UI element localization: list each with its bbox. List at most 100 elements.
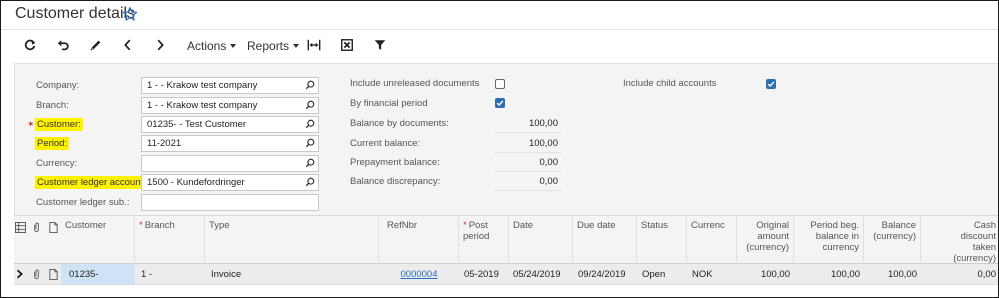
filter-form: Company: Branch: ✶ Customer: Period: Cur… xyxy=(14,63,998,215)
currency-field[interactable] xyxy=(141,155,319,172)
period-field[interactable]: 11-2021 xyxy=(141,135,319,152)
fit-columns-button[interactable] xyxy=(304,36,324,56)
ledger-account-field[interactable]: 1500 - Kundefordringer xyxy=(141,174,319,191)
col-date-label: Date xyxy=(513,220,534,231)
branch-value: 1 - - Krakow test company xyxy=(147,100,258,111)
check-icon xyxy=(496,100,504,107)
col-orig-amount[interactable]: Original amount (currency) xyxy=(737,216,794,265)
reports-menu[interactable]: Reports xyxy=(247,36,300,56)
search-icon[interactable] xyxy=(305,119,315,129)
col-post-period[interactable]: * Post period xyxy=(459,216,509,265)
customer-label: Customer: xyxy=(35,118,83,131)
actions-label: Actions xyxy=(187,39,227,53)
col-branch[interactable]: * Branch xyxy=(135,216,205,265)
branch-label: Branch: xyxy=(36,100,69,111)
row-selector-icon[interactable] xyxy=(15,269,27,281)
grid-settings-icon[interactable] xyxy=(15,222,27,234)
prepayment-balance-value: 0,00 xyxy=(539,157,559,168)
prepayment-balance-label: Prepayment balance: xyxy=(350,157,440,168)
branch-field[interactable]: 1 - - Krakow test company xyxy=(141,97,319,114)
col-due-date[interactable]: Due date xyxy=(573,216,637,265)
col-type[interactable]: Type xyxy=(205,216,379,265)
customer-field[interactable]: 01235- - Test Customer xyxy=(141,116,319,133)
divider xyxy=(495,190,561,191)
cell-balance[interactable]: 100,00 xyxy=(864,264,921,285)
currency-label: Currency: xyxy=(36,158,78,169)
col-date[interactable]: Date xyxy=(509,216,573,265)
search-icon[interactable] xyxy=(305,80,315,90)
cell-status[interactable]: Open xyxy=(637,264,687,285)
required-marker: ✶ xyxy=(27,119,35,129)
company-field[interactable]: 1 - - Krakow test company xyxy=(141,77,319,94)
cell-customer[interactable]: 01235- xyxy=(61,264,135,285)
check-icon xyxy=(767,81,775,88)
attachment-icon[interactable] xyxy=(31,269,43,281)
cell-currency[interactable]: NOK xyxy=(687,264,737,285)
cell-orig-amount[interactable]: 100,00 xyxy=(737,264,794,285)
search-icon[interactable] xyxy=(305,158,315,168)
search-icon[interactable] xyxy=(305,138,315,148)
balance-by-docs-label: Balance by documents: xyxy=(350,118,449,129)
col-orig-amount-label-2: amount xyxy=(757,231,789,242)
col-type-label: Type xyxy=(209,220,230,231)
toolbar: Actions Reports xyxy=(1,31,998,62)
col-balance-label-1: Balance xyxy=(881,220,916,231)
col-period-beg-label-3: currency xyxy=(822,242,859,253)
search-icon[interactable] xyxy=(305,177,315,187)
next-button[interactable] xyxy=(150,36,170,56)
refresh-button[interactable] xyxy=(20,36,40,56)
edit-button[interactable] xyxy=(86,36,106,56)
col-customer[interactable]: Customer xyxy=(61,216,135,265)
cell-branch[interactable]: 1 - xyxy=(135,264,205,285)
cell-period-beg[interactable]: 100,00 xyxy=(794,264,864,285)
col-period-beg[interactable]: Period beg. balance in currency xyxy=(794,216,864,265)
by-financial-period-label: By financial period xyxy=(350,98,428,109)
period-value: 11-2021 xyxy=(147,138,182,149)
period-label: Period: xyxy=(35,137,70,150)
include-unreleased-checkbox[interactable] xyxy=(495,79,505,89)
customer-details-window: Customer details Actions Reports Company… xyxy=(0,0,999,298)
company-label: Company: xyxy=(36,80,80,91)
col-orig-amount-label-1: Original xyxy=(756,220,789,231)
current-balance-label: Current balance: xyxy=(350,138,421,149)
export-excel-button[interactable] xyxy=(337,36,357,56)
page-title: Customer details xyxy=(15,5,136,22)
col-status-label: Status xyxy=(641,220,668,231)
col-branch-label: Branch xyxy=(144,220,175,231)
include-child-checkbox[interactable] xyxy=(766,79,776,89)
cell-due-date[interactable]: 09/24/2019 xyxy=(573,264,637,285)
document-icon[interactable] xyxy=(48,269,60,281)
ledger-sub-field[interactable] xyxy=(141,194,319,211)
star-icon[interactable] xyxy=(122,6,138,22)
undo-button[interactable] xyxy=(53,36,73,56)
col-orig-amount-label-3: (currency) xyxy=(746,242,789,253)
previous-icon xyxy=(121,38,135,55)
by-financial-period-checkbox[interactable] xyxy=(495,98,505,108)
previous-button[interactable] xyxy=(118,36,138,56)
cell-date[interactable]: 05/24/2019 xyxy=(509,264,573,285)
refnbr-link[interactable]: 0000004 xyxy=(379,264,459,285)
company-value: 1 - - Krakow test company xyxy=(147,80,258,91)
cell-type[interactable]: Invoice xyxy=(205,264,379,285)
chevron-down-icon xyxy=(230,44,237,48)
balance-discrepancy-value: 0,00 xyxy=(539,176,559,187)
col-balance[interactable]: Balance (currency) xyxy=(864,216,921,265)
col-refnbr[interactable]: RefNbr xyxy=(379,216,459,265)
current-balance-value: 100,00 xyxy=(528,138,558,149)
col-cash-disc[interactable]: Cash discount taken (currency) xyxy=(921,216,998,265)
undo-icon xyxy=(56,38,70,55)
cell-cash-disc[interactable]: 0,00 xyxy=(921,264,998,285)
col-refnbr-label: RefNbr xyxy=(387,220,418,231)
include-child-label: Include child accounts xyxy=(623,78,717,89)
actions-menu[interactable]: Actions xyxy=(187,36,237,56)
col-status[interactable]: Status xyxy=(637,216,687,265)
cell-post-period[interactable]: 05-2019 xyxy=(459,264,509,285)
table-row[interactable]: 01235- 1 - Invoice 0000004 05-2019 05/24… xyxy=(14,264,998,285)
document-icon xyxy=(48,222,60,234)
col-currency[interactable]: Currenc xyxy=(687,216,737,265)
ledger-account-label: Customer ledger account: xyxy=(35,176,148,189)
search-icon[interactable] xyxy=(305,100,315,110)
export-excel-icon xyxy=(340,38,354,55)
filter-button[interactable] xyxy=(370,36,390,56)
col-balance-label-2: (currency) xyxy=(873,231,916,242)
